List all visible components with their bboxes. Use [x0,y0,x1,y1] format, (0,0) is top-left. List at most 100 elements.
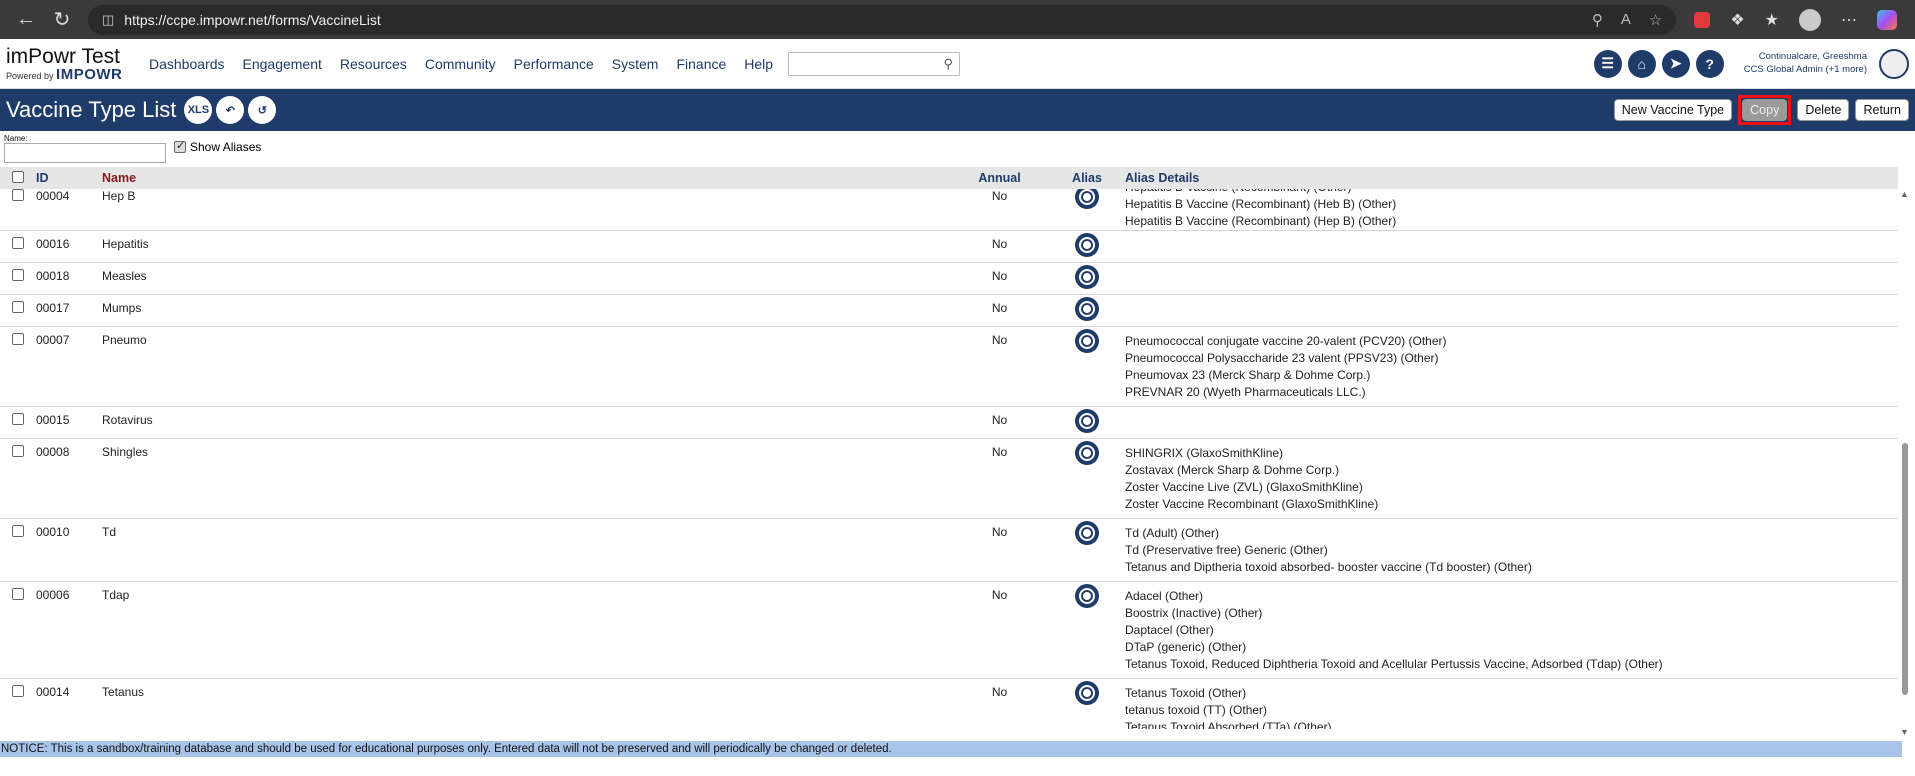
row-id: 00014 [36,685,70,699]
menu-finance[interactable]: Finance [667,56,735,72]
more-icon[interactable]: ⋯ [1841,10,1857,30]
row-checkbox[interactable] [12,237,24,249]
show-aliases-checkbox[interactable] [174,139,186,153]
menu-help[interactable]: Help [735,56,782,72]
row-alias-details: Td (Adult) (Other) Td (Preservative free)… [1117,525,1898,576]
share-icon[interactable]: ➤ [1661,49,1690,78]
name-filter-input[interactable] [4,143,166,163]
row-alias-cell [1057,681,1117,729]
row-name[interactable]: Rotavirus [102,413,942,433]
table-row[interactable]: 00006 Tdap No Adacel (Other) Boostrix (Inact… [0,582,1898,679]
row-id: 00008 [36,445,70,459]
global-search-input[interactable]: ⚲ [788,51,961,76]
home-icon[interactable]: ⌂ [1627,49,1656,78]
table-row[interactable]: 00004 Hep B No Hepatitis B Vaccine (Recombi… [0,189,1898,231]
refresh-icon[interactable]: ↻ [44,5,80,35]
return-button[interactable]: Return [1855,99,1909,121]
scrollbar-thumb[interactable] [1902,443,1908,695]
row-checkbox[interactable] [12,685,24,697]
menu-dashboards[interactable]: Dashboards [140,56,234,72]
row-checkbox[interactable] [12,301,24,313]
extension-icon[interactable] [1694,11,1711,28]
menu-performance[interactable]: Performance [505,56,603,72]
table-scrollbar[interactable]: ▲ ▼ [1899,189,1911,737]
table-row[interactable]: 00016 Hepatitis No [0,231,1898,263]
user-info[interactable]: Continualcare, Greeshma CCS Global Admin… [1744,51,1867,76]
menu-community[interactable]: Community [416,56,505,72]
avatar[interactable] [1879,48,1909,79]
table-row[interactable]: 00010 Td No Td (Adult) (Other) Td (Preservat… [0,519,1898,582]
row-checkbox[interactable] [12,413,24,425]
header-id[interactable]: ID [30,171,102,185]
header-name[interactable]: Name [102,171,942,185]
alias-detail-line: Hepatitis B Vaccine (Recombinant) (Other… [1125,189,1898,196]
row-name[interactable]: Tdap [102,588,942,673]
copilot-icon[interactable] [1877,9,1897,30]
table-row[interactable]: 00015 Rotavirus No [0,407,1898,439]
address-bar[interactable]: ◫ https://ccpe.impowr.net/forms/VaccineL… [88,4,1677,35]
header-annual[interactable]: Annual [942,171,1057,185]
row-alias-details [1117,301,1898,321]
copy-button[interactable]: Copy [1742,99,1788,121]
row-name[interactable]: Tetanus [102,685,942,729]
row-alias-details: Tetanus Toxoid (Other) tetanus toxoid (TT… [1117,685,1898,729]
eye-icon[interactable] [1075,409,1099,433]
list-icon[interactable]: ☰ [1593,49,1622,78]
extensions-puzzle-icon[interactable]: ❖ [1730,10,1744,30]
table-row[interactable]: 00017 Mumps No [0,295,1898,327]
row-checkbox[interactable] [12,588,24,600]
eye-icon[interactable] [1075,297,1099,321]
row-checkbox[interactable] [12,333,24,345]
row-alias-details: Adacel (Other) Boostrix (Inactive) (Other… [1117,588,1898,673]
row-alias-cell [1057,584,1117,673]
row-checkbox[interactable] [12,189,24,201]
show-aliases-toggle[interactable]: Show Aliases [174,139,261,154]
row-name[interactable]: Shingles [102,445,942,513]
favorite-star-icon[interactable]: ☆ [1649,11,1662,29]
row-checkbox[interactable] [12,445,24,457]
eye-icon[interactable] [1075,265,1099,289]
favorites-icon[interactable]: ★ [1765,10,1779,30]
table-row[interactable]: 00014 Tetanus No Tetanus Toxoid (Other) teta… [0,679,1898,729]
eye-icon[interactable] [1075,189,1099,209]
table-row[interactable]: 00007 Pneumo No Pneumococcal conjugate vacc… [0,327,1898,407]
menu-resources[interactable]: Resources [331,56,416,72]
header-alias-details[interactable]: Alias Details [1117,171,1898,185]
header-alias[interactable]: Alias [1057,171,1117,185]
scroll-down-icon[interactable]: ▼ [1900,727,1909,737]
table-row[interactable]: 00008 Shingles No SHINGRIX (GlaxoSmithKline… [0,439,1898,519]
profile-icon[interactable] [1799,8,1821,31]
select-all-checkbox[interactable] [12,170,24,183]
row-checkbox[interactable] [12,269,24,281]
menu-engagement[interactable]: Engagement [234,56,331,72]
zoom-icon[interactable]: ⚲ [1592,11,1603,29]
read-aloud-icon[interactable]: A [1621,11,1631,29]
scroll-up-icon[interactable]: ▲ [1900,189,1909,199]
eye-icon[interactable] [1075,329,1099,353]
row-name[interactable]: Td [102,525,942,576]
delete-button[interactable]: Delete [1797,99,1850,121]
search-icon[interactable]: ⚲ [944,56,954,72]
eye-icon[interactable] [1075,584,1099,608]
undo-icon[interactable]: ↶ [216,96,245,124]
row-name[interactable]: Pneumo [102,333,942,401]
new-vaccine-type-button[interactable]: New Vaccine Type [1613,99,1733,121]
row-name[interactable]: Measles [102,269,942,289]
refresh-icon[interactable]: ↺ [248,96,277,124]
menu-system[interactable]: System [603,56,668,72]
eye-icon[interactable] [1075,521,1099,545]
xls-export-icon[interactable]: XLS [184,96,213,124]
table-row[interactable]: 00018 Measles No [0,263,1898,295]
row-checkbox[interactable] [12,525,24,537]
user-name: Continualcare, Greeshma [1758,51,1867,63]
back-icon[interactable]: ← [8,5,44,35]
row-name[interactable]: Hep B [102,189,942,225]
row-name[interactable]: Hepatitis [102,237,942,257]
eye-icon[interactable] [1075,681,1099,705]
row-alias-details [1117,237,1898,257]
help-icon[interactable]: ? [1695,49,1724,78]
eye-icon[interactable] [1075,441,1099,465]
eye-icon[interactable] [1075,233,1099,257]
row-name[interactable]: Mumps [102,301,942,321]
app-logo[interactable]: imPowr Test Powered by IMPOWR [6,46,136,82]
